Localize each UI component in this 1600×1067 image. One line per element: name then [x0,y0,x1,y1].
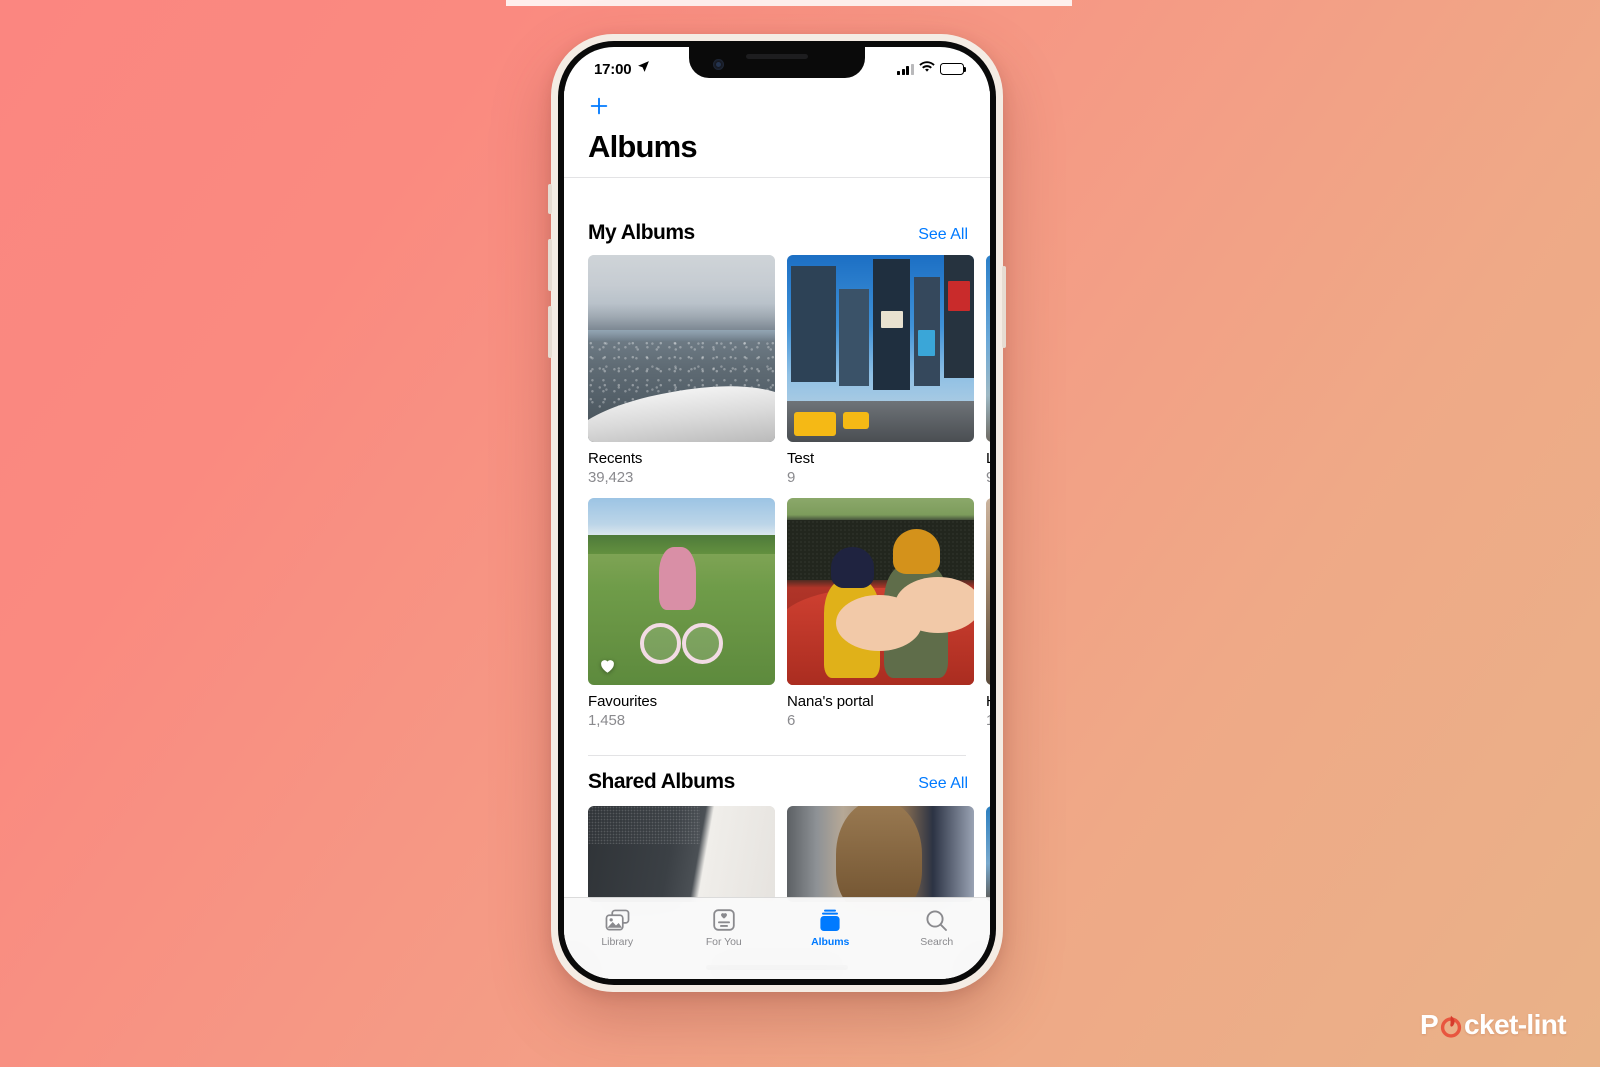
navigation-bar: Albums [564,91,990,178]
albums-stack-icon [818,907,842,933]
album-card-test[interactable]: Test 9 [787,255,974,486]
tab-label: For You [705,936,742,948]
baby-on-airplane-photo [787,806,974,902]
search-magnifier-icon [925,907,948,933]
album-count: 1,458 [588,712,626,729]
album-card-partial-1[interactable]: L 9 [986,255,990,486]
mute-switch[interactable] [548,184,552,214]
album-thumbnail[interactable] [588,255,775,442]
album-card-favourites[interactable]: Favourites 1,458 [588,498,775,729]
shared-album-card-2[interactable] [787,806,974,902]
album-count: 9 [986,469,990,486]
device-bezel: 17:00 My Albums See All Recents 39,423 T… [558,41,996,985]
navigation-divider [564,177,990,178]
tab-bar: Library For You Albums Search [564,897,990,979]
status-bar-right [897,60,967,78]
status-bar-left: 17:00 [594,60,650,78]
watermark-text-before: P [1419,1009,1439,1040]
tab-label: Search [920,936,954,948]
volume-up-button[interactable] [548,239,552,291]
album-thumbnail[interactable] [787,498,974,685]
album-thumbnail[interactable] [986,806,990,902]
for-you-card-icon [713,907,735,933]
shared-albums-grid [564,806,990,902]
device-screen: 17:00 My Albums See All Recents 39,423 T… [564,47,990,979]
power-button[interactable] [1002,266,1006,348]
status-bar-time: 17:00 [594,60,632,78]
volume-down-button[interactable] [548,306,552,358]
cellular-signal-icon [897,63,914,75]
background-top-strip [506,0,1072,6]
dark-grey-room-photo [588,806,775,902]
album-thumbnail[interactable] [787,806,974,902]
album-card-recents[interactable]: Recents 39,423 [588,255,775,486]
times-square-city-photo [787,255,974,442]
tab-label: Library [601,936,634,948]
album-title: H [986,693,990,710]
section-header-shared-albums: Shared Albums See All [564,756,990,804]
tab-albums[interactable]: Albums [777,907,884,948]
my-albums-grid: Recents 39,423 Test 9 Favourites 1,458 N… [564,255,990,729]
city-street-partial-photo [986,255,990,442]
shared-album-card-3[interactable] [986,806,990,902]
album-title: Favourites [588,693,658,710]
pocketlint-o-logo [1439,1013,1463,1038]
album-title: Recents [588,450,643,467]
location-arrow-icon [637,60,650,78]
city-partial-photo [986,806,990,902]
pocketlint-watermark: P cket-lint [1419,1009,1567,1041]
album-thumbnail[interactable] [588,806,775,902]
tab-library[interactable]: Library [564,907,671,948]
device-notch [689,47,865,78]
front-camera-icon [713,59,724,70]
earpiece-speaker [746,54,808,59]
add-album-button[interactable] [582,91,616,125]
album-thumbnail[interactable] [986,498,990,685]
section-title: Shared Albums [588,770,735,793]
wifi-icon [919,60,935,78]
album-count: 39,423 [588,469,634,486]
iphone-device: 17:00 My Albums See All Recents 39,423 T… [548,34,1006,992]
album-title: L [986,450,990,467]
partial-photo [986,498,990,685]
see-all-my-albums[interactable]: See All [918,226,968,244]
watermark-text-after: cket-lint [1464,1009,1567,1040]
kids-in-red-wagon-photo [787,498,974,685]
tab-for-you[interactable]: For You [671,907,778,948]
album-count: 9 [787,469,796,486]
albums-content: My Albums See All Recents 39,423 Test 9 … [564,91,990,979]
see-all-shared-albums[interactable]: See All [918,775,968,793]
album-card-nanas-portal[interactable]: Nana's portal 6 [787,498,974,729]
album-card-partial-2[interactable]: H 1 [986,498,990,729]
plus-icon [588,95,610,122]
albums-scroll-area[interactable]: My Albums See All Recents 39,423 Test 9 … [564,91,990,979]
section-title: My Albums [588,221,695,244]
tab-label: Albums [811,936,850,948]
album-thumbnail[interactable] [588,498,775,685]
album-count: 6 [787,712,796,729]
tab-search[interactable]: Search [884,907,991,948]
album-title: Test [787,450,815,467]
album-count: 1 [986,712,990,729]
photos-library-icon [605,907,630,933]
aerial-view-from-plane-photo [588,255,775,442]
album-thumbnail[interactable] [787,255,974,442]
section-header-my-albums: My Albums See All [564,207,990,255]
page-title: Albums [588,129,698,164]
album-thumbnail[interactable] [986,255,990,442]
battery-icon [940,63,967,75]
heart-icon [598,656,617,675]
album-title: Nana's portal [787,693,874,710]
shared-album-card-1[interactable] [588,806,775,902]
